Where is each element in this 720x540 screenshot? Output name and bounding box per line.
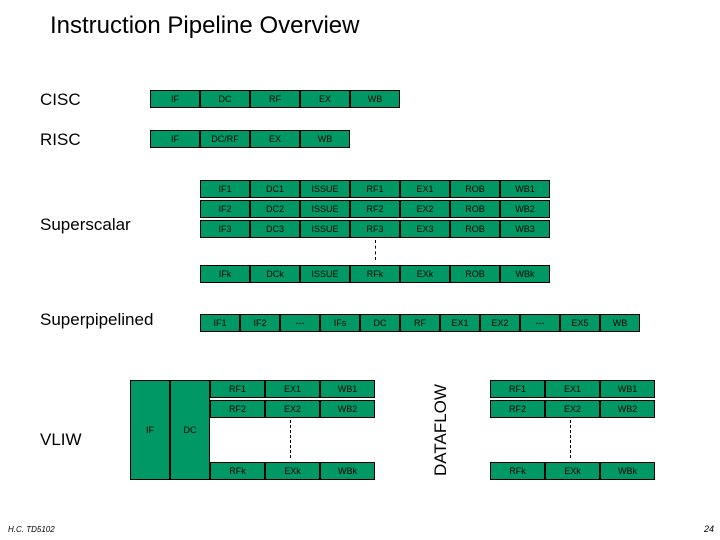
stage: ISSUE xyxy=(300,265,350,283)
stage: DC2 xyxy=(250,200,300,218)
stage: WB1 xyxy=(320,380,375,398)
stage: RF3 xyxy=(350,220,400,238)
stage: ROB xyxy=(450,220,500,238)
ellipsis-icon xyxy=(570,420,571,458)
stage: WB1 xyxy=(500,180,550,198)
stage: IFk xyxy=(200,265,250,283)
stage: ISSUE xyxy=(300,220,350,238)
stage: IF xyxy=(150,90,200,108)
stage: EXk xyxy=(265,462,320,480)
stage: RFk xyxy=(350,265,400,283)
stage: WB2 xyxy=(320,400,375,418)
stage: WB xyxy=(350,90,400,108)
stage: DC3 xyxy=(250,220,300,238)
stage: EX xyxy=(250,130,300,148)
page-number: 24 xyxy=(704,524,714,534)
label-superpipelined: Superpipelined xyxy=(40,310,153,330)
stage: WB2 xyxy=(600,400,655,418)
stage: DC xyxy=(360,314,400,332)
stage: DC xyxy=(200,90,250,108)
stage: WBk xyxy=(500,265,550,283)
stage: ROB xyxy=(450,200,500,218)
stage: EX1 xyxy=(400,180,450,198)
stage: WB xyxy=(300,130,350,148)
stage: IF2 xyxy=(200,200,250,218)
stage: EX1 xyxy=(265,380,320,398)
stage: IF xyxy=(130,380,170,480)
stage: DC xyxy=(170,380,210,480)
label-risc: RISC xyxy=(40,130,81,150)
stage: DC1 xyxy=(250,180,300,198)
stage: IF2 xyxy=(240,314,280,332)
label-dataflow: DATAFLOW xyxy=(431,384,451,476)
stage: EX5 xyxy=(560,314,600,332)
stage: EX xyxy=(300,90,350,108)
stage: RF2 xyxy=(490,400,545,418)
stage: EX1 xyxy=(545,380,600,398)
stage: WBk xyxy=(600,462,655,480)
stage: WBk xyxy=(320,462,375,480)
stage: RF xyxy=(400,314,440,332)
stage: --- xyxy=(280,314,320,332)
stage: IF1 xyxy=(200,180,250,198)
label-cisc: CISC xyxy=(40,90,81,110)
stage: WB3 xyxy=(500,220,550,238)
stage: RF1 xyxy=(210,380,265,398)
stage: EXk xyxy=(400,265,450,283)
ellipsis-icon xyxy=(375,240,376,260)
stage: WB1 xyxy=(600,380,655,398)
page-title: Instruction Pipeline Overview xyxy=(0,0,720,40)
label-vliw: VLIW xyxy=(40,430,82,450)
stage: DC/RF xyxy=(200,130,250,148)
stage: RFk xyxy=(210,462,265,480)
stage: ISSUE xyxy=(300,180,350,198)
stage: RF1 xyxy=(490,380,545,398)
stage: WB xyxy=(600,314,640,332)
stage: EX2 xyxy=(400,200,450,218)
stage: RF2 xyxy=(210,400,265,418)
stage: RF xyxy=(250,90,300,108)
stage: ROB xyxy=(450,265,500,283)
stage: RFk xyxy=(490,462,545,480)
stage: EX2 xyxy=(480,314,520,332)
stage: EX3 xyxy=(400,220,450,238)
stage: ISSUE xyxy=(300,200,350,218)
stage: RF1 xyxy=(350,180,400,198)
stage: RF2 xyxy=(350,200,400,218)
stage: DCk xyxy=(250,265,300,283)
stage: EX1 xyxy=(440,314,480,332)
label-superscalar: Superscalar xyxy=(40,215,131,235)
stage: IF3 xyxy=(200,220,250,238)
stage: WB2 xyxy=(500,200,550,218)
stage: EX2 xyxy=(545,400,600,418)
stage: --- xyxy=(520,314,560,332)
footer-left: H.C. TD5102 xyxy=(8,525,55,534)
stage: EX2 xyxy=(265,400,320,418)
stage: ROB xyxy=(450,180,500,198)
stage: IF xyxy=(150,130,200,148)
stage: IFs xyxy=(320,314,360,332)
stage: IF1 xyxy=(200,314,240,332)
ellipsis-icon xyxy=(290,420,291,458)
stage: EXk xyxy=(545,462,600,480)
